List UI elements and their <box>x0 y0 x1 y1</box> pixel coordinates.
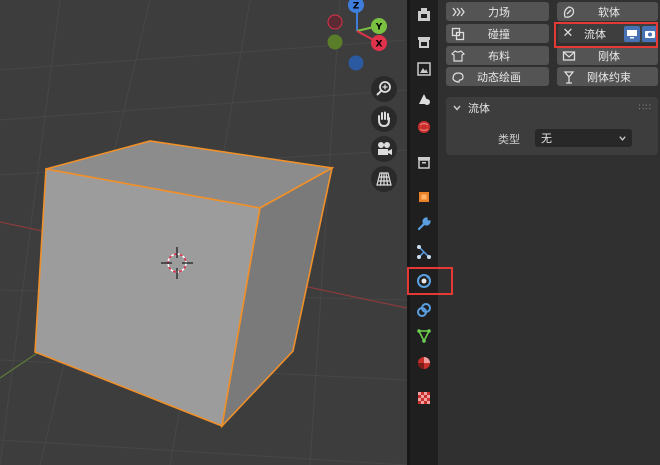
render-camera-icon[interactable] <box>642 25 658 42</box>
scene-icon <box>418 121 430 133</box>
output-icon <box>417 62 431 76</box>
texture-tab[interactable] <box>414 388 434 408</box>
force-field-label: 力场 <box>488 5 510 19</box>
output-tab[interactable] <box>414 59 434 79</box>
fluid-panel-header[interactable]: 流体 ∷∷ <box>446 97 658 119</box>
view-layer-icon <box>419 94 430 105</box>
rigid-body-constraint-label: 刚体约束 <box>587 70 631 84</box>
hand-icon <box>378 111 390 128</box>
cloth-icon <box>451 49 465 62</box>
fluid-toggle-label: 流体 <box>584 27 606 41</box>
constraints-tab[interactable] <box>414 300 434 320</box>
collection-icon <box>418 157 430 169</box>
cube-mesh <box>34 140 335 429</box>
drag-handle-icon[interactable]: ∷∷ <box>639 103 652 113</box>
material-tab[interactable] <box>414 353 434 373</box>
zoom-icon <box>376 81 391 96</box>
monitor-icon[interactable] <box>624 25 640 42</box>
tool-icon <box>418 8 430 21</box>
view-layer-tab[interactable] <box>414 89 434 109</box>
particles-icon <box>417 245 431 259</box>
mesh-data-icon <box>417 329 431 343</box>
grid-icon <box>376 172 392 186</box>
fluid-panel: 流体 ∷∷ 类型 无 <box>446 97 658 155</box>
render-icon <box>418 37 430 48</box>
camera-icon <box>378 142 392 155</box>
physics-icon <box>417 274 431 288</box>
soft-body-button[interactable]: 软体 <box>557 2 658 21</box>
remove-fluid-icon[interactable]: ✕ <box>558 26 578 41</box>
wrench-icon <box>417 217 431 231</box>
pan-button[interactable] <box>371 106 397 132</box>
cloth-label: 布料 <box>488 49 510 63</box>
scene-tab[interactable] <box>414 117 434 137</box>
soft-body-label: 软体 <box>598 5 620 19</box>
fluid-type-select[interactable]: 无 <box>535 129 632 147</box>
render-tab[interactable] <box>414 32 434 52</box>
texture-icon <box>418 392 430 404</box>
viewport-scene: Z Y X <box>0 0 407 465</box>
force-field-icon <box>452 7 465 16</box>
chevron-down-icon <box>618 134 627 143</box>
zoom-button[interactable] <box>371 76 397 102</box>
properties-tab-bar <box>410 0 438 465</box>
modifier-tab[interactable] <box>414 214 434 234</box>
constraints-icon <box>417 303 431 317</box>
fluid-type-value: 无 <box>541 132 552 145</box>
collection-tab[interactable] <box>414 152 434 172</box>
camera-view-button[interactable] <box>371 136 397 162</box>
rigid-body-constraint-button[interactable]: 刚体约束 <box>557 67 658 86</box>
dynamic-paint-icon <box>452 71 464 83</box>
collision-button[interactable]: 碰撞 <box>446 24 549 43</box>
perspective-toggle-button[interactable] <box>371 166 397 192</box>
force-field-button[interactable]: 力场 <box>446 2 549 21</box>
tool-tab[interactable] <box>414 5 434 25</box>
gizmo-z-label: Z <box>353 2 360 12</box>
gizmo-y-label: Y <box>375 23 383 33</box>
dynamic-paint-label: 动态绘画 <box>477 70 521 84</box>
chevron-down-icon <box>452 103 464 113</box>
object-tab[interactable] <box>414 187 434 207</box>
rigid-body-icon <box>562 50 576 61</box>
collision-label: 碰撞 <box>488 27 510 41</box>
rigid-body-label: 刚体 <box>598 49 620 63</box>
fluid-modifier-toggle[interactable]: ✕ 流体 <box>558 24 658 43</box>
3d-viewport[interactable]: Z Y X <box>0 0 407 465</box>
soft-body-icon <box>563 5 575 18</box>
fluid-panel-title: 流体 <box>468 102 490 115</box>
dynamic-paint-button[interactable]: 动态绘画 <box>446 67 549 86</box>
material-icon <box>418 357 430 369</box>
object-icon <box>419 192 429 202</box>
gizmo-x-label: X <box>376 40 383 50</box>
physics-tab[interactable] <box>414 271 434 291</box>
rigid-body-constraint-icon <box>563 70 575 84</box>
fluid-type-label: 类型 <box>498 133 520 146</box>
particles-tab[interactable] <box>414 242 434 262</box>
data-tab[interactable] <box>414 326 434 346</box>
collision-icon <box>451 27 465 40</box>
rigid-body-button[interactable]: 刚体 <box>557 46 658 65</box>
cloth-button[interactable]: 布料 <box>446 46 549 65</box>
